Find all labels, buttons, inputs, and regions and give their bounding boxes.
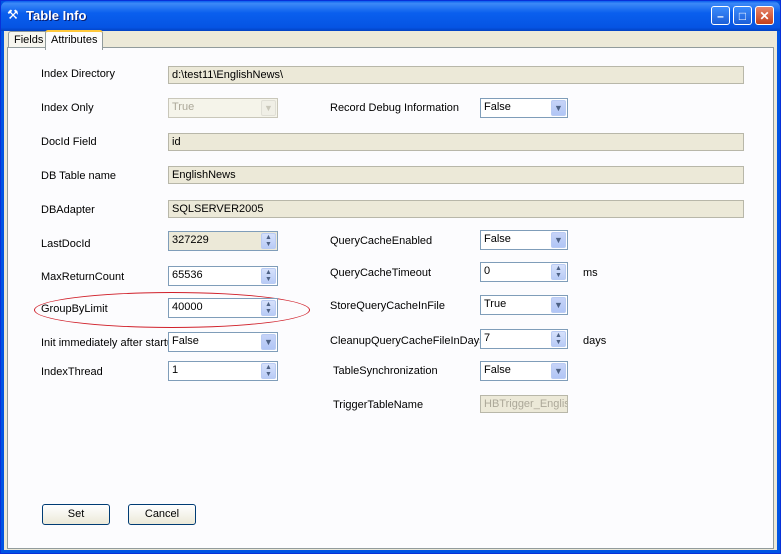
last-docid-label: LastDocId	[41, 238, 91, 250]
minimize-button[interactable]: –	[711, 6, 730, 25]
max-return-count-stepper[interactable]: 65536 ▲ ▼	[168, 266, 278, 286]
index-only-label: Index Only	[41, 102, 94, 114]
query-cache-enabled-label: QueryCacheEnabled	[330, 235, 433, 247]
cancel-button[interactable]: Cancel	[128, 504, 196, 525]
query-cache-timeout-unit: ms	[583, 267, 598, 279]
query-cache-enabled-select[interactable]: False ▼	[480, 230, 568, 250]
db-adapter-label: DBAdapter	[41, 204, 95, 216]
window-title: Table Info	[26, 8, 87, 23]
cleanup-days-stepper[interactable]: 7 ▲ ▼	[480, 329, 568, 349]
record-debug-select[interactable]: False ▼	[480, 98, 568, 118]
db-adapter-field[interactable]: SQLSERVER2005	[168, 200, 744, 218]
index-thread-value: 1	[172, 364, 179, 376]
max-return-count-label: MaxReturnCount	[41, 271, 125, 283]
index-only-value: True	[172, 101, 195, 113]
query-cache-timeout-value: 0	[484, 265, 491, 277]
spin-arrows-icon[interactable]: ▲ ▼	[551, 264, 566, 280]
index-only-select: True ▼	[168, 98, 278, 118]
chevron-down-icon[interactable]: ▼	[551, 100, 566, 116]
spin-arrows-icon[interactable]: ▲ ▼	[261, 268, 276, 284]
chevron-down-icon[interactable]: ▼	[551, 363, 566, 379]
init-after-startup-label: Init immediately after startup	[41, 337, 180, 349]
chevron-down-icon[interactable]: ▼	[551, 232, 566, 248]
table-sync-value: False	[484, 364, 511, 376]
cleanup-days-value: 7	[484, 332, 491, 344]
table-info-window: ⚒ Table Info – □ ✕ Fields Attributes Ind…	[0, 0, 781, 554]
db-table-name-field[interactable]: EnglishNews	[168, 166, 744, 184]
cleanup-days-label: CleanupQueryCacheFileInDays	[330, 335, 485, 347]
title-bar[interactable]: ⚒ Table Info – □ ✕	[1, 1, 780, 31]
spin-arrows-icon[interactable]: ▲ ▼	[261, 233, 276, 249]
query-cache-timeout-label: QueryCacheTimeout	[330, 267, 432, 279]
maximize-button[interactable]: □	[733, 6, 752, 25]
record-debug-label: Record Debug Information	[330, 102, 460, 114]
record-debug-value: False	[484, 101, 511, 113]
last-docid-stepper[interactable]: 327229 ▲ ▼	[168, 231, 278, 251]
index-directory-field[interactable]: d:\test11\EnglishNews\	[168, 66, 744, 84]
cleanup-days-unit: days	[583, 335, 607, 347]
group-by-limit-stepper[interactable]: 40000 ▲ ▼	[168, 298, 278, 318]
tab-attributes[interactable]: Attributes	[45, 30, 104, 50]
last-docid-value: 327229	[172, 234, 209, 246]
spin-arrows-icon[interactable]: ▲ ▼	[261, 363, 276, 379]
attributes-panel: Index Directory d:\test11\EnglishNews\ I…	[7, 47, 774, 549]
close-button[interactable]: ✕	[755, 6, 774, 25]
set-button[interactable]: Set	[42, 504, 110, 525]
index-directory-label: Index Directory	[41, 68, 115, 80]
docid-field-field[interactable]: id	[168, 133, 744, 151]
index-thread-label: IndexThread	[41, 366, 103, 378]
chevron-down-icon: ▼	[261, 100, 276, 116]
store-query-cache-label: StoreQueryCacheInFile	[330, 300, 445, 312]
store-query-cache-select[interactable]: True ▼	[480, 295, 568, 315]
index-thread-stepper[interactable]: 1 ▲ ▼	[168, 361, 278, 381]
chevron-down-icon[interactable]: ▼	[551, 297, 566, 313]
table-sync-select[interactable]: False ▼	[480, 361, 568, 381]
group-by-limit-value: 40000	[172, 301, 203, 313]
query-cache-enabled-value: False	[484, 233, 511, 245]
db-table-name-label: DB Table name	[41, 170, 117, 182]
query-cache-timeout-stepper[interactable]: 0 ▲ ▼	[480, 262, 568, 282]
init-after-startup-select[interactable]: False ▼	[168, 332, 278, 352]
dialog-client: Fields Attributes Index Directory d:\tes…	[4, 30, 777, 550]
database-key-icon: ⚒	[7, 7, 19, 22]
trigger-table-name-field: HBTrigger_Englishl	[480, 395, 568, 413]
init-after-startup-value: False	[172, 335, 199, 347]
trigger-table-name-label: TriggerTableName	[333, 399, 424, 411]
max-return-count-value: 65536	[172, 269, 203, 281]
spin-arrows-icon[interactable]: ▲ ▼	[551, 331, 566, 347]
docid-field-label: DocId Field	[41, 136, 97, 148]
store-query-cache-value: True	[484, 298, 507, 310]
group-by-limit-label: GroupByLimit	[41, 303, 108, 315]
spin-arrows-icon[interactable]: ▲ ▼	[261, 300, 276, 316]
tab-fields[interactable]: Fields	[8, 31, 50, 48]
chevron-down-icon[interactable]: ▼	[261, 334, 276, 350]
table-sync-label: TableSynchronization	[333, 365, 438, 377]
